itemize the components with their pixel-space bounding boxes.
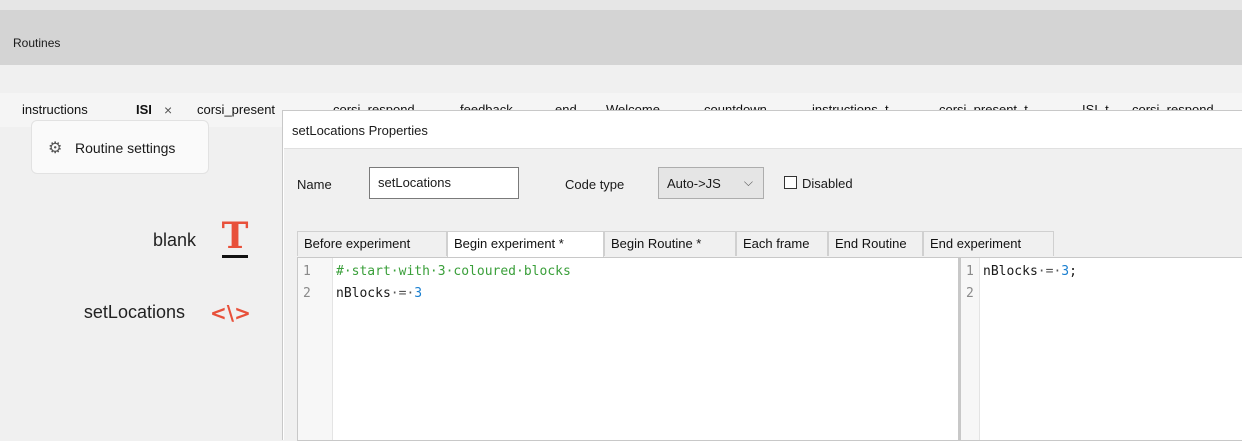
- line-number-gutter: 1 2: [298, 258, 333, 440]
- line-number: 1: [966, 264, 974, 279]
- dialog-titlebar[interactable]: setLocations Properties: [283, 111, 1242, 147]
- chevron-down-icon: ⌵: [743, 175, 753, 189]
- text-component-glyph: T: [221, 215, 249, 257]
- routines-panel-header: Routines: [0, 10, 1242, 65]
- dialog-title: setLocations Properties: [292, 123, 428, 138]
- python-code-editor[interactable]: 1 2 #·start·with·3·coloured·blocks nBloc…: [297, 257, 959, 441]
- code-component-icon[interactable]: <\>: [210, 301, 251, 325]
- tab-end-routine[interactable]: End Routine: [828, 231, 923, 256]
- code-line: nBlocks·=·3: [336, 286, 422, 301]
- properties-dialog: setLocations Properties Name setLocation…: [282, 110, 1242, 441]
- routine-settings-label: Routine settings: [75, 140, 176, 156]
- text-component-underline: [222, 255, 248, 258]
- component-label-setlocations[interactable]: setLocations: [20, 302, 185, 323]
- code-type-select[interactable]: Auto->JS ⌵: [658, 167, 764, 199]
- code-line: nBlocks·=·3;: [983, 264, 1077, 279]
- tab-end-experiment[interactable]: End experiment: [923, 231, 1054, 256]
- code-operator: ·=·: [1037, 264, 1062, 279]
- routine-settings-button[interactable]: ⚙ Routine settings: [31, 120, 209, 174]
- line-number-gutter: 1 2: [961, 258, 980, 440]
- js-code-editor[interactable]: 1 2 nBlocks·=·3;: [959, 257, 1242, 441]
- disabled-label: Disabled: [802, 176, 853, 191]
- code-type-label: Code type: [565, 177, 625, 192]
- tab-corsi-present[interactable]: corsi_present: [197, 93, 275, 127]
- routines-label: Routines: [13, 36, 61, 50]
- code-type-value: Auto->JS: [667, 176, 721, 191]
- component-label-blank[interactable]: blank: [60, 230, 196, 251]
- gear-icon: ⚙: [48, 140, 63, 157]
- disabled-checkbox[interactable]: [784, 176, 797, 189]
- name-label: Name: [297, 177, 332, 192]
- code-operator: ·=·: [390, 286, 415, 301]
- tab-each-frame[interactable]: Each frame: [736, 231, 828, 256]
- text-component-icon[interactable]: T: [220, 218, 250, 262]
- line-number: 2: [966, 286, 974, 301]
- code-number: 3: [414, 286, 423, 301]
- code-variable: nBlocks: [336, 286, 391, 301]
- line-number: 1: [303, 264, 311, 279]
- line-number: 2: [303, 286, 311, 301]
- code-semicolon: ;: [1069, 264, 1077, 279]
- tab-begin-experiment[interactable]: Begin experiment *: [447, 231, 604, 257]
- tab-begin-routine[interactable]: Begin Routine *: [604, 231, 736, 256]
- code-number: 3: [1061, 264, 1070, 279]
- code-comment: #·start·with·3·coloured·blocks: [336, 264, 571, 279]
- dialog-body: Name setLocations Code type Auto->JS ⌵ D…: [284, 148, 1242, 441]
- tab-before-experiment[interactable]: Before experiment: [297, 231, 447, 256]
- code-variable: nBlocks: [983, 264, 1038, 279]
- name-field[interactable]: setLocations: [369, 167, 519, 199]
